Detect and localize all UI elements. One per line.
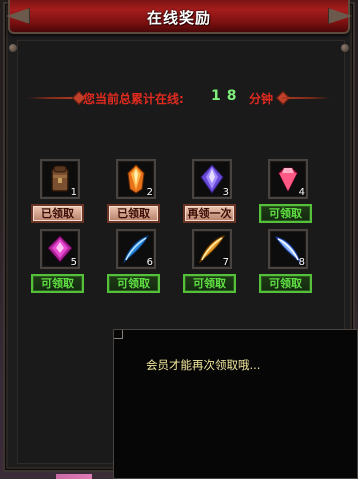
reward-item: 4 可领取 [259,159,315,223]
reward-slot[interactable]: 2 [116,159,156,199]
claimable-button[interactable]: 可领取 [259,204,312,223]
reward-item: 3 再领一次 [183,159,239,223]
reward-slot[interactable]: 5 [40,229,80,269]
claimed-button[interactable]: 已领取 [107,204,160,223]
member-tooltip: 会员才能再次领取哦... [113,329,358,479]
claimable-button[interactable]: 可领取 [31,274,84,293]
reward-slot[interactable]: 1 [40,159,80,199]
reward-item: 6 可领取 [107,229,163,293]
bolt-decoration [9,44,17,52]
divider-ornament [282,97,330,99]
reward-item: 5 可领取 [31,229,87,293]
bolt-decoration [341,44,349,52]
reward-item: 7 可领取 [183,229,239,293]
reward-item: 8 可领取 [259,229,315,293]
slot-index: 7 [222,257,229,268]
reward-slot[interactable]: 3 [192,159,232,199]
online-time-unit: 分钟 [249,92,274,106]
reward-slot[interactable]: 4 [268,159,308,199]
window-title: 在线奖励 [146,9,211,27]
reward-slot[interactable]: 8 [268,229,308,269]
title-bar[interactable]: 在线奖励 [8,0,350,34]
online-time-label: 您当前总累计在线: [83,92,184,106]
claimable-button[interactable]: 可领取 [183,274,236,293]
reward-slot[interactable]: 7 [192,229,232,269]
claimable-button[interactable]: 可领取 [259,274,312,293]
reward-slot[interactable]: 6 [116,229,156,269]
divider-ornament [28,97,76,99]
slot-index: 2 [146,187,153,198]
slot-index: 4 [298,187,305,198]
online-time-row: 您当前总累计在线: 18 分钟 [28,88,330,108]
claim-again-button[interactable]: 再领一次 [183,204,236,223]
slot-index: 3 [222,187,229,198]
tooltip-message: 会员才能再次领取哦... [146,358,261,372]
online-time-value: 18 [211,88,243,104]
claimed-button[interactable]: 已领取 [31,204,84,223]
reward-item: 2 已领取 [107,159,163,223]
slot-index: 6 [146,257,153,268]
tooltip-corner-marker [114,330,123,339]
background-ui-fragment [56,474,92,479]
reward-item: 1 已领取 [31,159,87,223]
slot-index: 1 [70,187,77,198]
slot-index: 8 [298,257,305,268]
slot-index: 5 [70,257,77,268]
claimable-button[interactable]: 可领取 [107,274,160,293]
